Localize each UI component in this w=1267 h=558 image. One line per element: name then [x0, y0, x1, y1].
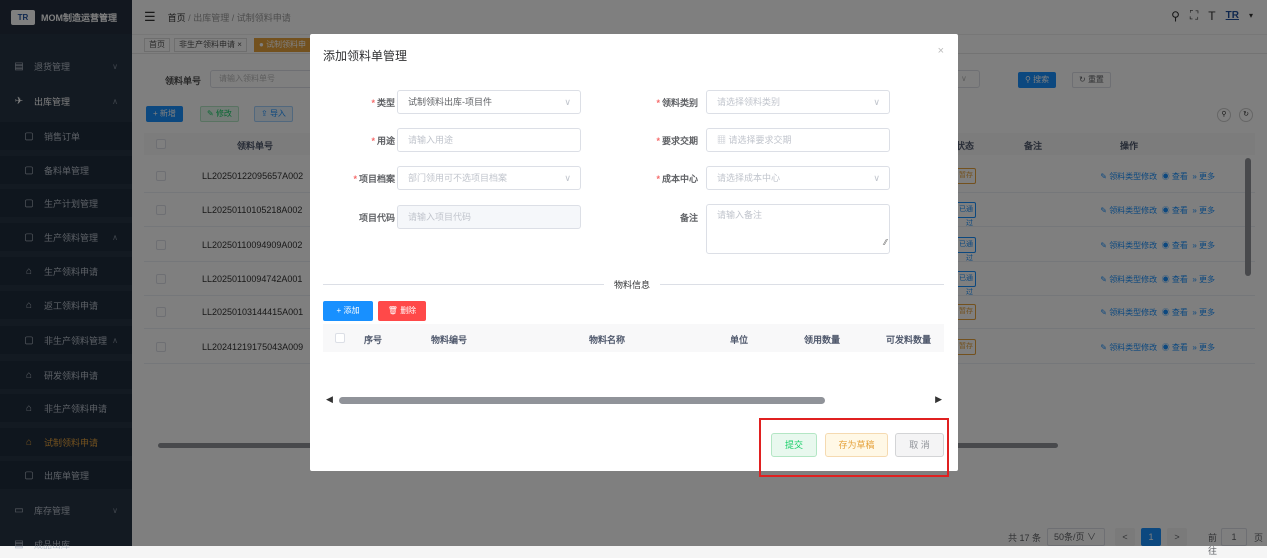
cost-center-label: * 成本中心 [656, 174, 698, 184]
project-placeholder: 部门领用可不选项目档案 [408, 173, 508, 183]
close-icon[interactable]: × [938, 45, 944, 57]
remark-placeholder: 请输入备注 [717, 210, 763, 220]
col-seq: 序号 [364, 335, 383, 345]
scroll-thumb[interactable] [339, 397, 825, 404]
section-title: 物料信息 [604, 278, 661, 291]
category-label: * 领料类别 [656, 98, 698, 108]
purpose-label-text: 用途 [376, 136, 395, 146]
delivery-date-picker[interactable]: ▦ 请选择要求交期 [706, 128, 890, 152]
purpose-input[interactable]: 请输入用途 [397, 128, 581, 152]
highlight-box [759, 418, 949, 477]
project-code-label-text: 项目代码 [358, 213, 395, 223]
purpose-label: * 用途 [371, 136, 395, 146]
remark-label: 备注 [618, 211, 698, 224]
cost-center-label-text: 成本中心 [661, 174, 698, 184]
project-select[interactable]: 部门领用可不选项目档案 ∨ [397, 166, 581, 190]
delivery-placeholder: 请选择要求交期 [728, 135, 792, 145]
category-select[interactable]: 请选择领料类别 ∨ [706, 90, 890, 114]
col-unit: 单位 [730, 335, 749, 345]
project-code-input[interactable]: 请输入项目代码 [397, 205, 581, 229]
resize-handle-icon[interactable]: ⁄⁄ [884, 233, 887, 253]
delivery-label-text: 要求交期 [661, 136, 698, 146]
col-material-code: 物料编号 [431, 335, 468, 345]
delivery-label: * 要求交期 [656, 136, 698, 146]
select-all-materials-checkbox[interactable] [335, 333, 345, 343]
material-table-scrollbar[interactable]: ◀ ▶ [323, 393, 944, 407]
cost-center-select[interactable]: 请选择成本中心 ∨ [706, 166, 890, 190]
add-material-button[interactable]: + 添加 [323, 301, 373, 321]
add-picking-dialog: 添加领料单管理 × * 类型 试制领料出库-项目件 ∨ * 领料类别 请选择领料类别 ∨… [310, 34, 958, 471]
trash-icon: 🗑 [387, 306, 398, 315]
dialog-title: 添加领料单管理 [323, 49, 408, 63]
type-select[interactable]: 试制领料出库-项目件 ∨ [397, 90, 581, 114]
calendar-icon: ▦ [717, 135, 729, 145]
delete-material-button[interactable]: 🗑 删除 [378, 301, 426, 321]
col-requested-qty: 领用数量 [804, 335, 841, 345]
category-placeholder: 请选择领料类别 [717, 97, 781, 107]
type-label: * 类型 [371, 98, 395, 108]
chevron-down-icon: ∨ [564, 173, 571, 183]
project-label: * 项目档案 [353, 174, 395, 184]
project-code-label: 项目代码 [315, 211, 395, 224]
cost-center-placeholder: 请选择成本中心 [717, 173, 781, 183]
chevron-down-icon: ∨ [564, 97, 571, 107]
col-available-qty: 可发料数量 [886, 335, 932, 345]
remark-textarea[interactable]: 请输入备注 ⁄⁄ [706, 204, 890, 254]
chevron-down-icon: ∨ [873, 97, 880, 107]
col-material-name: 物料名称 [589, 335, 626, 345]
chevron-down-icon: ∨ [873, 173, 880, 183]
material-table-header: 序号 物料编号 物料名称 单位 领用数量 可发料数量 [323, 324, 944, 352]
category-label-text: 领料类别 [661, 98, 698, 108]
type-label-text: 类型 [376, 98, 395, 108]
scroll-right-icon[interactable]: ▶ [935, 394, 942, 405]
remark-label-text: 备注 [679, 213, 698, 223]
project-label-text: 项目档案 [358, 174, 395, 184]
scroll-left-icon[interactable]: ◀ [326, 394, 333, 405]
delete-material-label: 删除 [400, 306, 417, 315]
type-select-value: 试制领料出库-项目件 [408, 97, 492, 107]
